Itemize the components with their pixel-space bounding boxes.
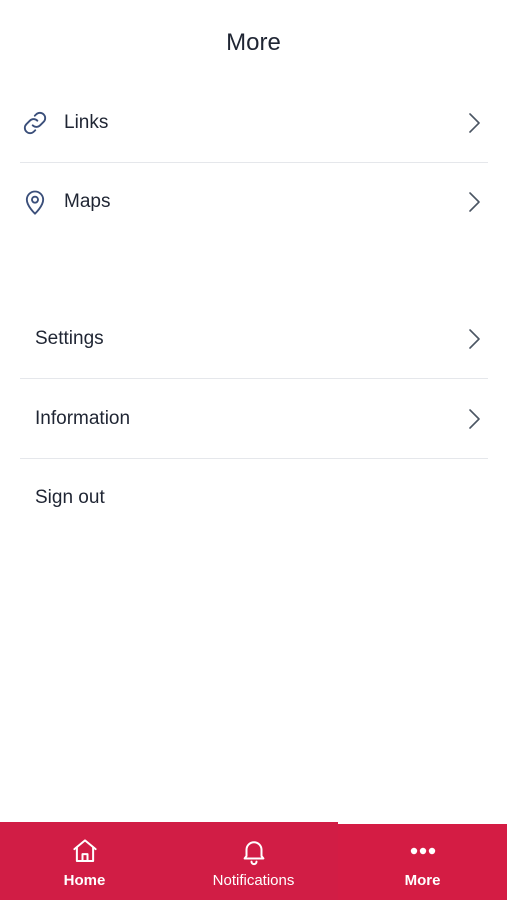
- tab-label: Home: [63, 872, 106, 889]
- more-dots-icon: [408, 836, 438, 866]
- home-icon: [70, 836, 100, 866]
- link-icon: [20, 108, 50, 138]
- more-screen: More Links Maps Settings Information Sig…: [0, 0, 507, 900]
- map-pin-icon: [20, 187, 50, 217]
- menu-item-label: Information: [35, 408, 131, 429]
- tab-more[interactable]: More: [338, 822, 507, 900]
- tab-label: More: [404, 872, 441, 889]
- menu-item-label: Settings: [35, 328, 104, 349]
- chevron-right-icon: [469, 329, 480, 349]
- menu-item-maps[interactable]: Maps: [20, 162, 488, 242]
- tab-notifications[interactable]: Notifications: [169, 822, 338, 900]
- tab-home[interactable]: Home: [0, 822, 169, 900]
- menu-item-settings[interactable]: Settings: [20, 299, 488, 379]
- menu-item-label: Links: [64, 112, 109, 133]
- bell-icon: [239, 836, 269, 866]
- chevron-right-icon: [469, 113, 480, 133]
- menu-item-label: Maps: [64, 191, 111, 212]
- chevron-right-icon: [469, 409, 480, 429]
- chevron-right-icon: [469, 192, 480, 212]
- bottom-tab-bar: Home Notifications More: [0, 822, 507, 900]
- menu-item-label: Sign out: [35, 487, 105, 508]
- page-title: More: [226, 29, 281, 56]
- menu-item-information[interactable]: Information: [20, 379, 488, 459]
- menu-item-links[interactable]: Links: [20, 83, 488, 163]
- menu-item-sign-out[interactable]: Sign out: [20, 458, 488, 538]
- tab-label: Notifications: [212, 872, 295, 889]
